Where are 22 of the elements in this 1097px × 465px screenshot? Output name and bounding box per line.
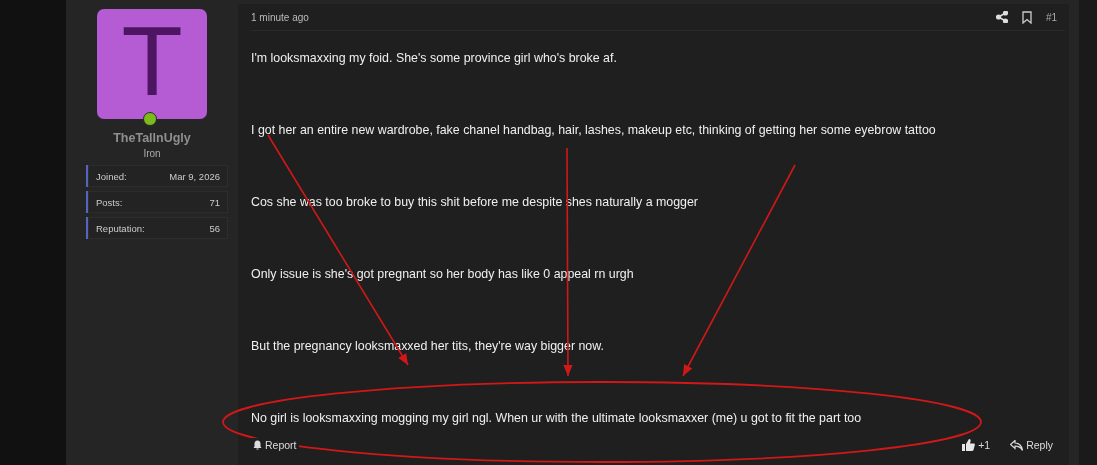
reply-icon [1010,439,1024,451]
post-paragraph: I'm looksmaxxing my foid. She's some province girl who's broke af. [251,50,618,67]
reply-button[interactable]: Reply [1008,438,1055,452]
post-number-link[interactable]: #1 [1045,11,1057,23]
user-rank: Iron [143,148,161,159]
thumbs-up-icon [962,439,976,451]
stat-value: Mar 9, 2026 [169,170,220,182]
post-paragraph: I got her an entire new wardrobe, fake chanel handbag, hair, lashes, makeup etc, thinking of getting her some eyebrow tattoo [251,122,937,139]
stat-value: 71 [209,196,220,208]
stat-label: Reputation: [96,222,145,234]
report-link[interactable]: Report [251,438,299,452]
username-link[interactable]: TheTallnUgly [113,131,191,145]
bell-icon [253,440,262,450]
post-time[interactable]: 1 minute ago [251,11,309,23]
share-icon[interactable] [995,11,1008,23]
stat-label: Posts: [96,196,123,208]
avatar-letter: T [123,18,181,110]
like-button[interactable]: +1 [960,438,993,452]
stat-value: 56 [209,222,220,234]
stat-label: Joined: [96,170,127,182]
bookmark-icon[interactable] [1021,10,1032,24]
post-paragraph: No girl is looksmaxxing mogging my girl ngl. When ur with the ultimate looksmaxxer (me) u got to fit the part too [251,410,863,427]
